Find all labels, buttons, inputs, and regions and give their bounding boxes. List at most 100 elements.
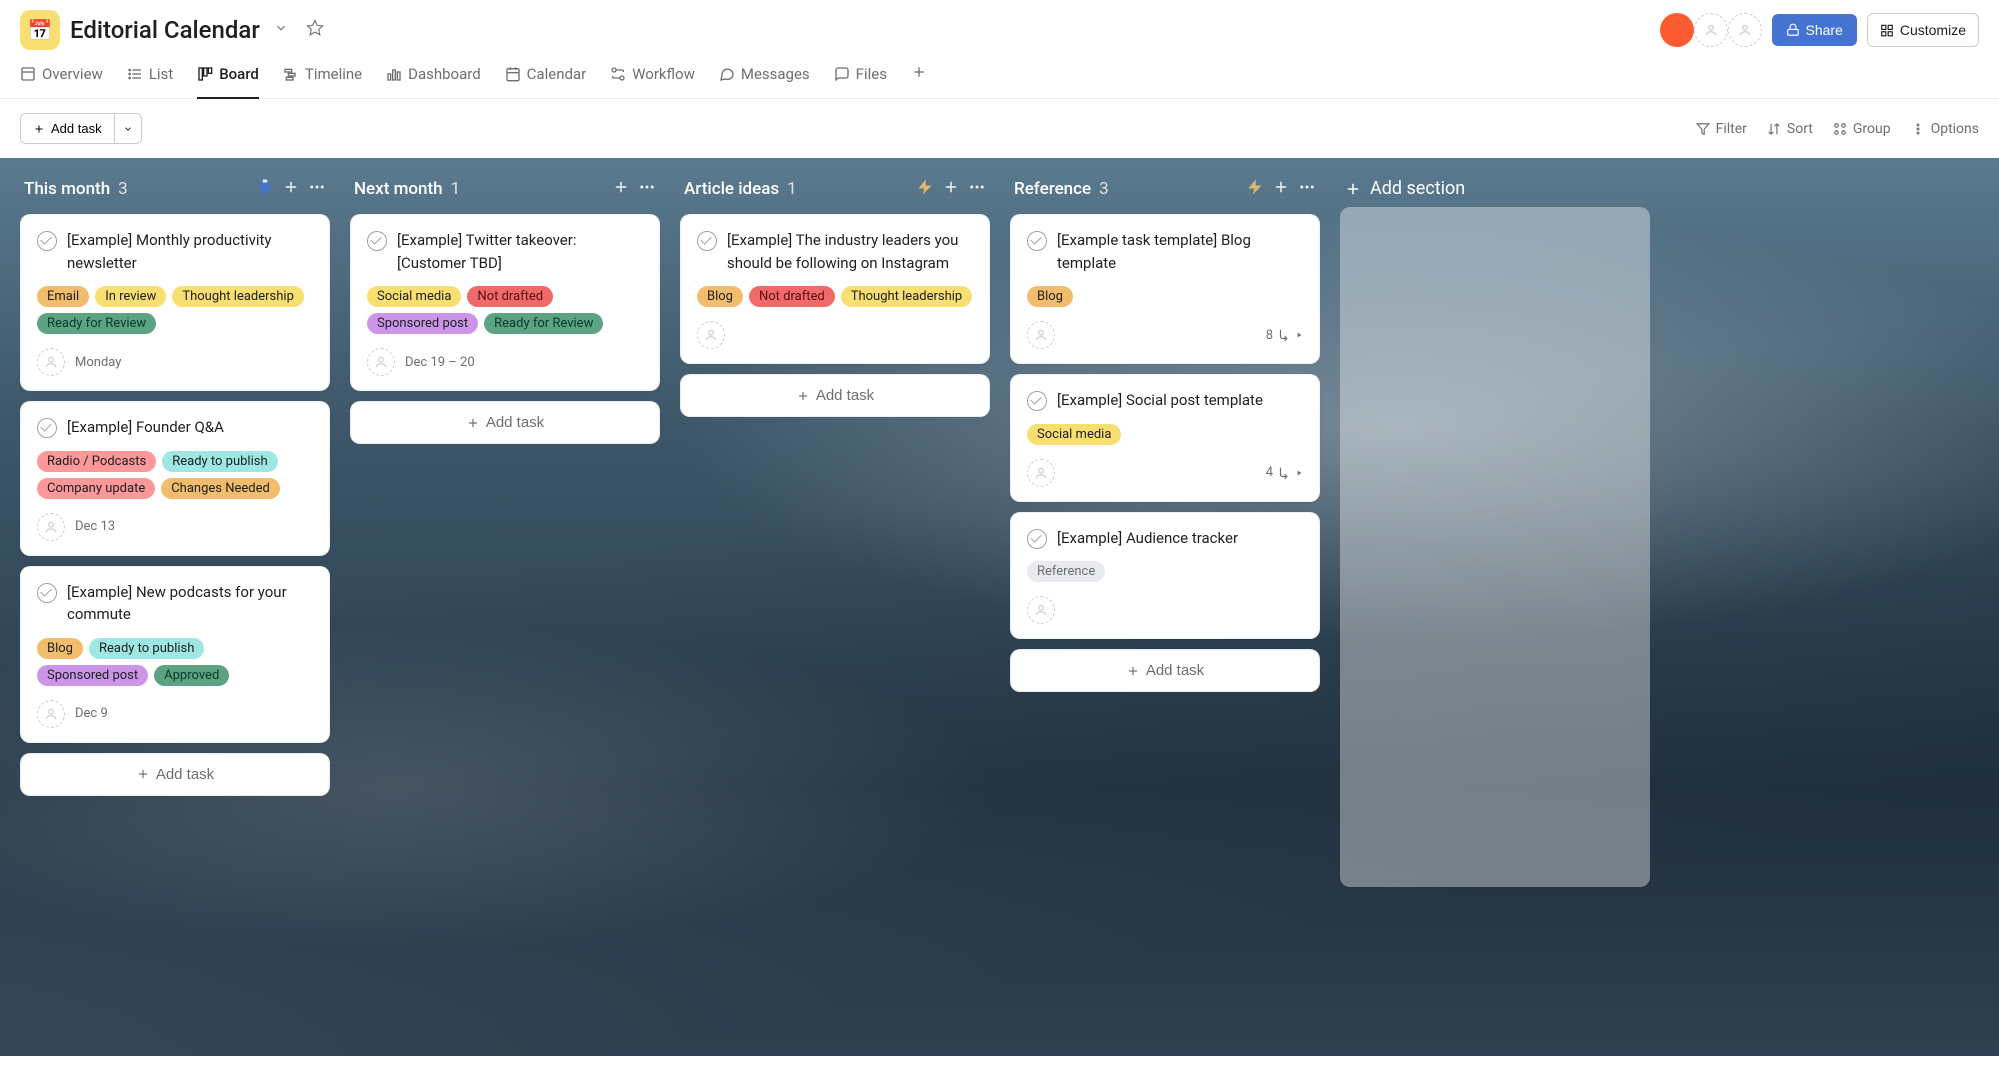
assignee-placeholder[interactable] (367, 348, 395, 376)
task-tag[interactable]: Ready to publish (89, 638, 204, 659)
column-more-icon[interactable] (308, 178, 326, 200)
add-member-icon[interactable] (1728, 13, 1762, 47)
task-tag[interactable]: Ready for Review (484, 313, 603, 334)
add-member-icon[interactable] (1694, 13, 1728, 47)
add-tab-button[interactable] (911, 64, 927, 98)
tab-overview[interactable]: Overview (20, 65, 103, 97)
subtask-count[interactable]: 4 (1266, 465, 1303, 480)
column-more-icon[interactable] (968, 178, 986, 200)
task-card[interactable]: [Example task template] Blog template Bl… (1010, 214, 1320, 364)
complete-checkbox[interactable] (1027, 529, 1047, 549)
assignee-placeholder[interactable] (37, 348, 65, 376)
options-button[interactable]: Options (1911, 121, 1979, 137)
task-tag[interactable]: Ready for Review (37, 313, 156, 334)
complete-checkbox[interactable] (1027, 231, 1047, 251)
due-date[interactable]: Dec 9 (75, 706, 108, 721)
add-task-dropdown[interactable] (115, 113, 142, 144)
column-title[interactable]: Article ideas (684, 179, 779, 199)
task-card[interactable]: [Example] Social post template Social me… (1010, 374, 1320, 502)
task-title[interactable]: [Example] Monthly productivity newslette… (67, 229, 313, 274)
add-card-icon[interactable] (612, 178, 630, 200)
column-more-icon[interactable] (638, 178, 656, 200)
task-card[interactable]: [Example] Monthly productivity newslette… (20, 214, 330, 391)
column-title[interactable]: Reference (1014, 179, 1091, 199)
column-more-icon[interactable] (1298, 178, 1316, 200)
complete-checkbox[interactable] (37, 583, 57, 603)
add-card-icon[interactable] (1272, 178, 1290, 200)
due-date[interactable]: Monday (75, 355, 121, 370)
group-button[interactable]: Group (1833, 121, 1891, 137)
tab-files[interactable]: Files (834, 65, 887, 97)
task-tag[interactable]: Reference (1027, 561, 1105, 582)
complete-checkbox[interactable] (697, 231, 717, 251)
task-tag[interactable]: Email (37, 286, 89, 307)
star-icon[interactable] (302, 15, 328, 45)
column-add-task-button[interactable]: Add task (1010, 649, 1320, 692)
task-title[interactable]: [Example] The industry leaders you shoul… (727, 229, 973, 274)
column-add-task-button[interactable]: Add task (680, 374, 990, 417)
task-title[interactable]: [Example] New podcasts for your commute (67, 581, 313, 626)
complete-checkbox[interactable] (37, 418, 57, 438)
subtask-count[interactable]: 8 (1266, 328, 1303, 343)
customize-button[interactable]: Customize (1867, 13, 1979, 47)
task-title[interactable]: [Example] Social post template (1057, 389, 1263, 412)
task-title[interactable]: [Example] Audience tracker (1057, 527, 1238, 550)
task-tag[interactable]: Thought leadership (172, 286, 304, 307)
add-section-button[interactable]: Add section (1340, 170, 1650, 207)
member-avatars[interactable] (1660, 13, 1762, 47)
tab-workflow[interactable]: Workflow (610, 65, 695, 97)
tab-dashboard[interactable]: Dashboard (386, 65, 481, 97)
tab-board[interactable]: Board (197, 65, 259, 99)
task-tag[interactable]: Social media (367, 286, 461, 307)
share-button[interactable]: Share (1772, 14, 1857, 46)
add-card-icon[interactable] (282, 178, 300, 200)
task-tag[interactable]: Approved (154, 665, 229, 686)
chevron-down-icon[interactable] (270, 17, 292, 43)
complete-checkbox[interactable] (37, 231, 57, 251)
tab-messages[interactable]: Messages (719, 65, 810, 97)
task-tag[interactable]: Sponsored post (367, 313, 478, 334)
task-tag[interactable]: Blog (697, 286, 743, 307)
assignee-placeholder[interactable] (697, 321, 725, 349)
task-card[interactable]: [Example] Founder Q&A Radio / PodcastsRe… (20, 401, 330, 556)
task-tag[interactable]: Changes Needed (161, 478, 280, 499)
add-card-icon[interactable] (942, 178, 960, 200)
avatar[interactable] (1660, 13, 1694, 47)
rule-icon[interactable] (1246, 178, 1264, 200)
task-title[interactable]: [Example] Founder Q&A (67, 416, 224, 439)
tab-timeline[interactable]: Timeline (283, 65, 362, 97)
tab-calendar[interactable]: Calendar (505, 65, 587, 97)
add-section-placeholder[interactable] (1340, 207, 1650, 887)
task-tag[interactable]: Radio / Podcasts (37, 451, 156, 472)
project-title[interactable]: Editorial Calendar (70, 16, 260, 44)
complete-checkbox[interactable] (1027, 391, 1047, 411)
task-tag[interactable]: Blog (1027, 286, 1073, 307)
task-card[interactable]: [Example] New podcasts for your commute … (20, 566, 330, 743)
due-date[interactable]: Dec 19 – 20 (405, 355, 475, 370)
task-tag[interactable]: In review (95, 286, 166, 307)
project-icon[interactable]: 📅 (20, 10, 60, 50)
task-tag[interactable]: Thought leadership (841, 286, 973, 307)
task-title[interactable]: [Example task template] Blog template (1057, 229, 1303, 274)
assignee-placeholder[interactable] (37, 513, 65, 541)
column-title[interactable]: Next month (354, 179, 443, 199)
sort-button[interactable]: Sort (1767, 121, 1813, 137)
filter-button[interactable]: Filter (1696, 121, 1747, 137)
due-date[interactable]: Dec 13 (75, 519, 115, 534)
task-tag[interactable]: Not drafted (467, 286, 553, 307)
task-title[interactable]: [Example] Twitter takeover: [Customer TB… (397, 229, 643, 274)
column-add-task-button[interactable]: Add task (350, 401, 660, 444)
task-tag[interactable]: Company update (37, 478, 155, 499)
rule-icon[interactable] (256, 178, 274, 200)
assignee-placeholder[interactable] (1027, 596, 1055, 624)
assignee-placeholder[interactable] (1027, 459, 1055, 487)
task-tag[interactable]: Sponsored post (37, 665, 148, 686)
add-task-button[interactable]: Add task (20, 113, 115, 144)
task-card[interactable]: [Example] Audience tracker Reference (1010, 512, 1320, 640)
task-tag[interactable]: Blog (37, 638, 83, 659)
assignee-placeholder[interactable] (37, 700, 65, 728)
task-card[interactable]: [Example] Twitter takeover: [Customer TB… (350, 214, 660, 391)
column-title[interactable]: This month (24, 179, 110, 199)
tab-list[interactable]: List (127, 65, 173, 97)
assignee-placeholder[interactable] (1027, 321, 1055, 349)
